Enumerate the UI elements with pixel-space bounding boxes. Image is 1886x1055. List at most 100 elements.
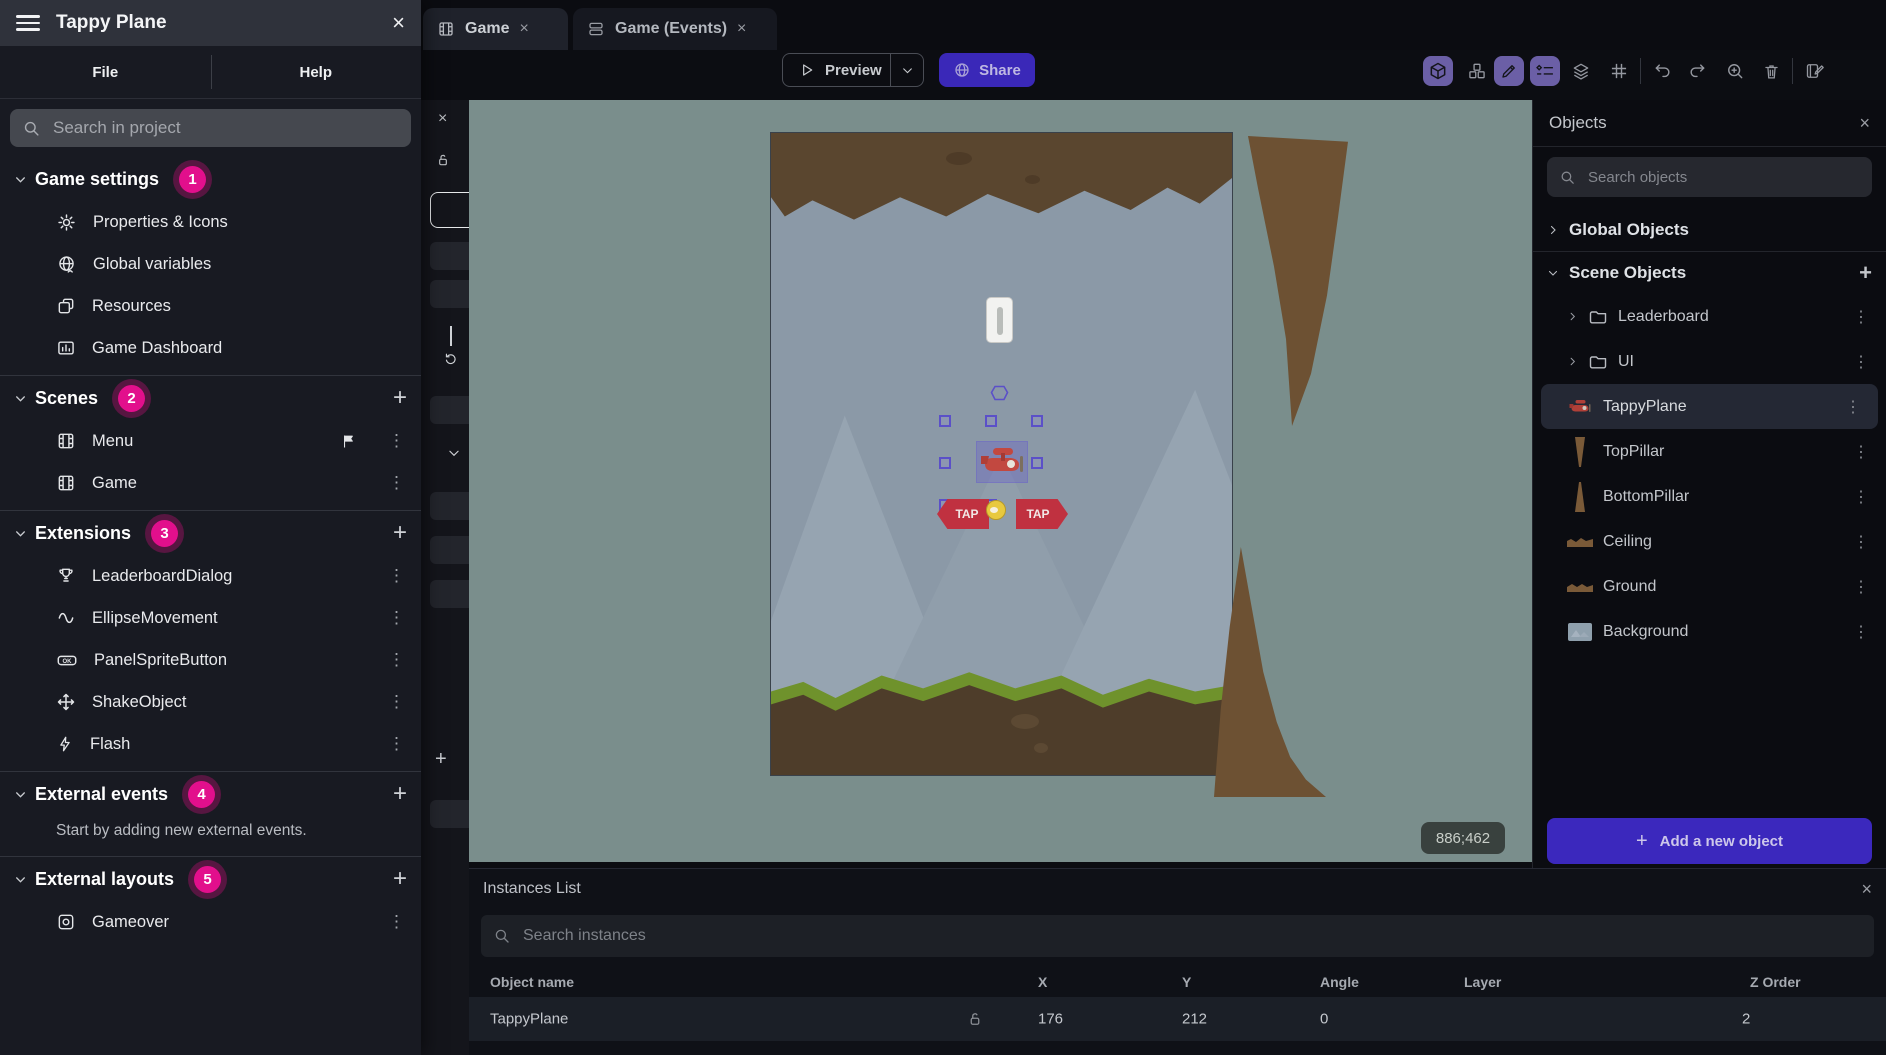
item-extension-shakeobject[interactable]: ShakeObject ⋮ <box>0 681 421 723</box>
kebab-menu-icon[interactable]: ⋮ <box>374 608 421 628</box>
column-z-order[interactable]: Z Order <box>1750 974 1801 990</box>
kebab-menu-icon[interactable]: ⋮ <box>374 734 421 754</box>
objects-search-input[interactable] <box>1586 168 1860 187</box>
add-extension-plus-icon[interactable]: + <box>393 519 407 547</box>
delete-button[interactable] <box>1756 56 1786 86</box>
kebab-menu-icon[interactable]: ⋮ <box>374 431 421 451</box>
instance-x[interactable]: 176 <box>1038 1011 1063 1028</box>
chevron-down-icon[interactable] <box>447 446 461 460</box>
scene-objects-header[interactable]: Scene Objects + <box>1533 252 1886 294</box>
scene-editor-canvas[interactable]: TAP TAP 886;462 <box>469 100 1532 862</box>
toggle-instances-panel-button[interactable] <box>1462 56 1492 86</box>
kebab-menu-icon[interactable]: ⋮ <box>1845 397 1878 417</box>
object-row-tappyplane[interactable]: TappyPlane ⋮ <box>1541 384 1878 429</box>
undo-button[interactable] <box>1648 56 1678 86</box>
object-row-leaderboard[interactable]: Leaderboard ⋮ <box>1533 294 1886 339</box>
item-game-dashboard[interactable]: Game Dashboard <box>0 327 421 369</box>
panel-close-icon[interactable]: × <box>438 110 447 128</box>
object-row-ceiling[interactable]: Ceiling ⋮ <box>1533 519 1886 564</box>
kebab-menu-icon[interactable]: ⋮ <box>1853 577 1886 597</box>
project-search[interactable] <box>10 109 411 147</box>
edit-scene-properties-button[interactable] <box>1800 56 1830 86</box>
item-external-layout-gameover[interactable]: Gameover ⋮ <box>0 901 421 943</box>
item-properties-icons[interactable]: Properties & Icons <box>0 201 421 243</box>
item-scene-menu[interactable]: Menu ⋮ <box>0 420 421 462</box>
resize-handle[interactable] <box>939 415 951 427</box>
toggle-instances-list-button[interactable] <box>1530 56 1560 86</box>
item-extension-panelspritebutton[interactable]: OK PanelSpriteButton ⋮ <box>0 639 421 681</box>
rotation-handle-icon[interactable] <box>990 384 1009 401</box>
tab-game-events[interactable]: Game (Events) × <box>573 8 777 50</box>
column-object-name[interactable]: Object name <box>490 974 574 990</box>
item-extension-leaderboarddialog[interactable]: LeaderboardDialog ⋮ <box>0 555 421 597</box>
instances-search[interactable] <box>481 915 1874 957</box>
add-object-plus-icon[interactable]: + <box>1859 260 1872 286</box>
item-extension-ellipsemovement[interactable]: EllipseMovement ⋮ <box>0 597 421 639</box>
section-external-events[interactable]: External events 4 + <box>0 772 421 816</box>
hamburger-menu-icon[interactable] <box>16 11 40 35</box>
add-new-object-button[interactable]: + Add a new object <box>1547 818 1872 864</box>
item-extension-flash[interactable]: Flash ⋮ <box>0 723 421 765</box>
ui-counter-widget[interactable] <box>986 297 1013 343</box>
object-row-ui[interactable]: UI ⋮ <box>1533 339 1886 384</box>
tab-game-close-icon[interactable]: × <box>519 20 528 38</box>
section-game-settings[interactable]: Game settings 1 <box>0 157 421 201</box>
object-row-toppillar[interactable]: TopPillar ⋮ <box>1533 429 1886 474</box>
column-layer[interactable]: Layer <box>1464 974 1501 990</box>
plus-icon[interactable]: + <box>435 748 447 771</box>
tap-sign-right[interactable]: TAP <box>1016 499 1068 529</box>
item-global-variables[interactable]: Global variables <box>0 243 421 285</box>
item-resources[interactable]: Resources <box>0 285 421 327</box>
toggle-properties-panel-button[interactable] <box>1494 56 1524 86</box>
instances-list-close-icon[interactable]: × <box>1861 879 1872 900</box>
top-pillar-instance[interactable] <box>1248 136 1348 426</box>
section-scenes[interactable]: Scenes 2 + <box>0 376 421 420</box>
instance-row-tappyplane[interactable]: TappyPlane 176 212 0 2 <box>469 997 1886 1041</box>
item-scene-game[interactable]: Game ⋮ <box>0 462 421 504</box>
kebab-menu-icon[interactable]: ⋮ <box>1853 307 1886 327</box>
tab-game[interactable]: Game × <box>423 8 568 50</box>
objects-panel-close-icon[interactable]: × <box>1859 113 1870 134</box>
preview-button[interactable]: Preview <box>783 62 890 79</box>
object-row-ground[interactable]: Ground ⋮ <box>1533 564 1886 609</box>
share-button[interactable]: Share <box>939 53 1035 87</box>
add-scene-plus-icon[interactable]: + <box>393 384 407 412</box>
kebab-menu-icon[interactable]: ⋮ <box>374 650 421 670</box>
toggle-objects-panel-button[interactable] <box>1423 56 1453 86</box>
add-external-event-plus-icon[interactable]: + <box>393 780 407 808</box>
object-row-bottompillar[interactable]: BottomPillar ⋮ <box>1533 474 1886 519</box>
column-angle[interactable]: Angle <box>1320 974 1359 990</box>
resize-handle[interactable] <box>939 457 951 469</box>
zoom-button[interactable] <box>1720 56 1750 86</box>
column-x[interactable]: X <box>1038 974 1047 990</box>
preview-dropdown-button[interactable] <box>891 64 923 77</box>
tap-sign-left[interactable]: TAP <box>937 499 989 529</box>
section-external-layouts[interactable]: External layouts 5 + <box>0 857 421 901</box>
lock-icon[interactable] <box>435 152 451 168</box>
menu-file[interactable]: File <box>0 64 211 81</box>
kebab-menu-icon[interactable]: ⋮ <box>374 912 421 932</box>
tab-game-events-close-icon[interactable]: × <box>737 20 746 38</box>
instances-search-input[interactable] <box>521 926 1862 946</box>
project-search-input[interactable] <box>51 117 399 139</box>
drawer-close-icon[interactable]: × <box>392 10 405 36</box>
rotate-icon[interactable] <box>443 352 458 367</box>
resize-handle[interactable] <box>1031 457 1043 469</box>
kebab-menu-icon[interactable]: ⋮ <box>1853 532 1886 552</box>
global-objects-header[interactable]: Global Objects <box>1533 209 1886 251</box>
instance-angle[interactable]: 0 <box>1320 1011 1328 1028</box>
kebab-menu-icon[interactable]: ⋮ <box>374 692 421 712</box>
kebab-menu-icon[interactable]: ⋮ <box>374 566 421 586</box>
unlock-icon[interactable] <box>966 1010 984 1028</box>
add-external-layout-plus-icon[interactable]: + <box>393 865 407 893</box>
column-y[interactable]: Y <box>1182 974 1191 990</box>
resize-handle[interactable] <box>985 415 997 427</box>
kebab-menu-icon[interactable]: ⋮ <box>1853 442 1886 462</box>
resize-handle[interactable] <box>1031 415 1043 427</box>
layers-button[interactable] <box>1566 56 1596 86</box>
object-row-background[interactable]: Background ⋮ <box>1533 609 1886 654</box>
instance-y[interactable]: 212 <box>1182 1011 1207 1028</box>
kebab-menu-icon[interactable]: ⋮ <box>374 473 421 493</box>
kebab-menu-icon[interactable]: ⋮ <box>1853 622 1886 642</box>
grid-button[interactable] <box>1604 56 1634 86</box>
